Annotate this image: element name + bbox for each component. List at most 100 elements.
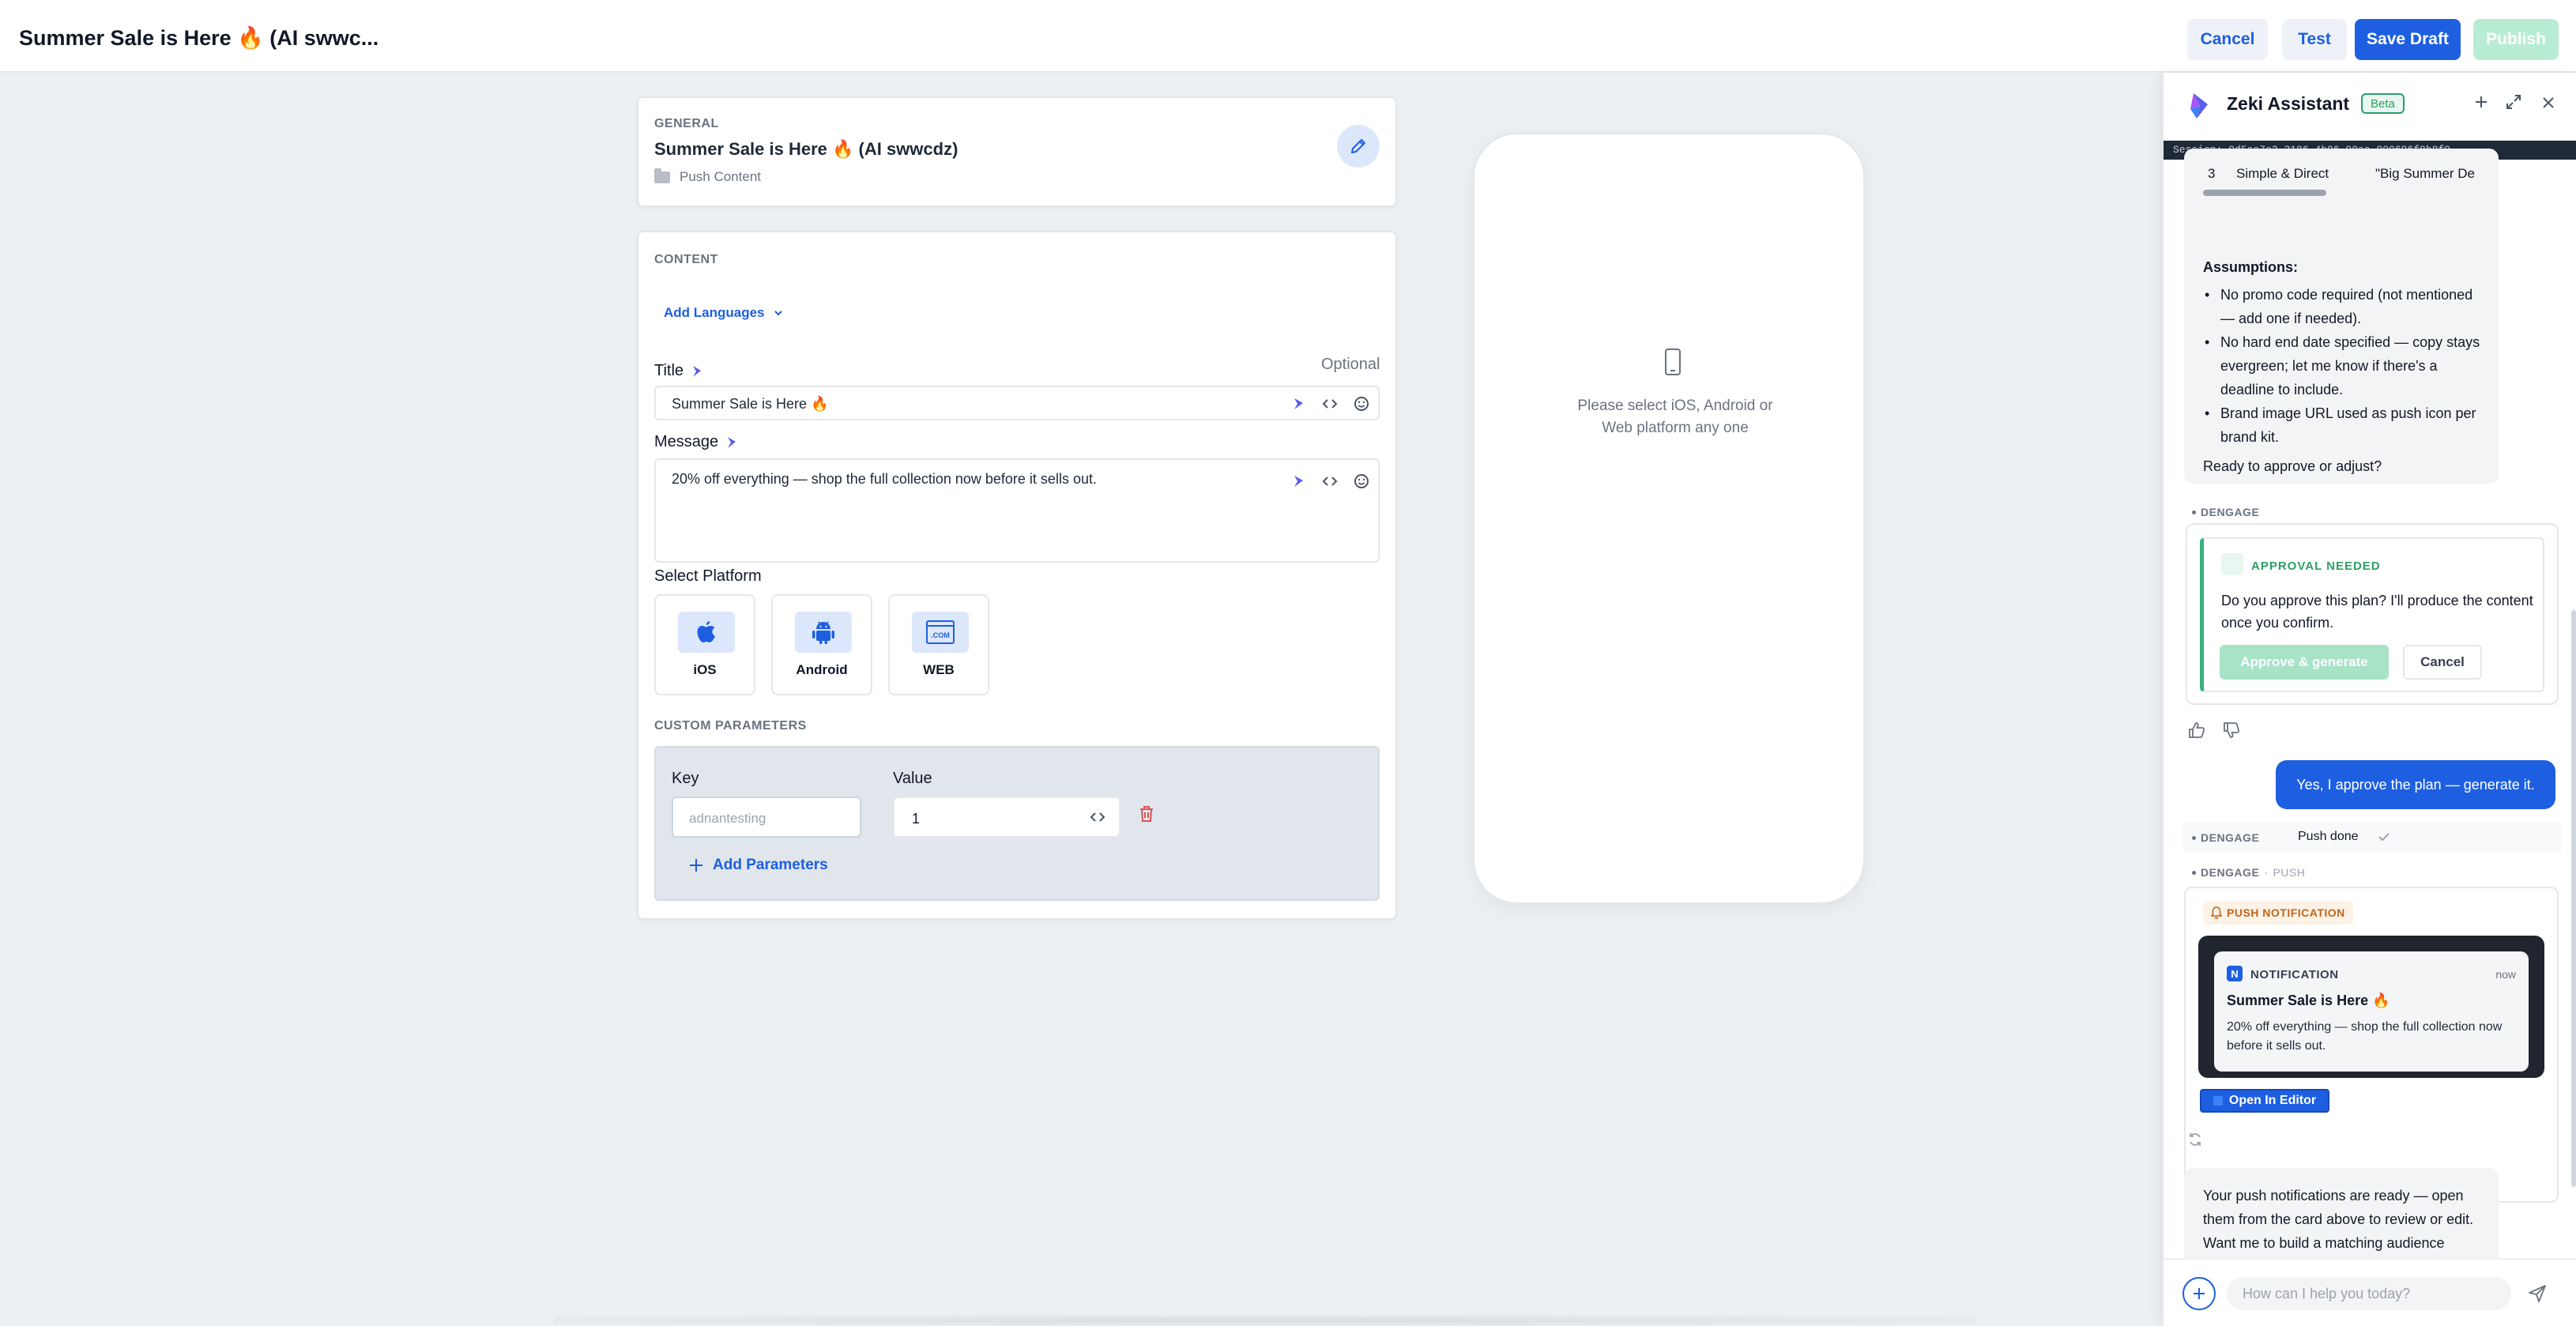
content-section-label: CONTENT	[654, 253, 718, 266]
new-chat-icon[interactable]	[2473, 93, 2489, 115]
platform-web-tile[interactable]: .COM WEB	[888, 594, 989, 695]
thumbs-up-icon[interactable]	[2187, 721, 2206, 744]
platform-ios-label: iOS	[693, 662, 717, 677]
list-item: No promo code required (not mentioned — …	[2203, 283, 2487, 330]
android-icon	[795, 612, 852, 653]
dengage-tag: DENGAGE	[2192, 506, 2259, 518]
title-label: Title	[654, 362, 684, 379]
add-languages-dropdown[interactable]: Add Languages	[664, 305, 784, 321]
platform-web-label: WEB	[923, 662, 955, 677]
param-key-input[interactable]: adnantesting	[672, 797, 861, 838]
code-icon[interactable]	[1320, 394, 1340, 414]
notification-body: 20% off everything — shop the full colle…	[2227, 1020, 2503, 1053]
add-languages-label: Add Languages	[664, 305, 765, 320]
notification-title: Summer Sale is Here 🔥	[2227, 993, 2390, 1008]
add-parameters-label: Add Parameters	[713, 857, 828, 873]
add-parameters-button[interactable]: Add Parameters	[687, 857, 828, 874]
open-in-editor-button[interactable]: Open In Editor	[2200, 1089, 2329, 1113]
dengage-tag: DENGAGE	[2192, 831, 2259, 844]
message-label-row: Message	[654, 433, 739, 451]
notification-preview-frame: N NOTIFICATION now Summer Sale is Here 🔥…	[2198, 936, 2544, 1078]
ai-generate-icon[interactable]	[1288, 394, 1309, 414]
plus-icon	[2194, 1288, 2205, 1299]
title-label-row: Title	[654, 362, 704, 380]
web-icon-label: .COM	[931, 631, 950, 639]
approval-box: APPROVAL NEEDED Do you approve this plan…	[2200, 537, 2544, 692]
phone-preview	[1473, 133, 1865, 904]
close-icon[interactable]	[2541, 93, 2555, 115]
save-draft-button[interactable]: Save Draft	[2355, 19, 2461, 60]
select-platform-label: Select Platform	[654, 567, 762, 585]
param-value: 1	[912, 811, 921, 827]
general-section-label: GENERAL	[654, 117, 719, 130]
approval-text: Do you approve this plan? I'll produce t…	[2221, 593, 2533, 631]
assumptions-title: Assumptions:	[2203, 259, 2299, 275]
content-card: CONTENT Add Languages Title Optional Sum…	[637, 231, 1397, 920]
pencil-icon	[1351, 139, 1365, 153]
expand-icon[interactable]	[2505, 93, 2522, 116]
bell-icon	[2211, 906, 2222, 919]
attach-button[interactable]	[2182, 1277, 2216, 1310]
push-done-label: Push done	[2298, 830, 2359, 843]
message-value: 20% off everything — shop the full colle…	[672, 471, 1097, 487]
zeki-logo-icon	[2190, 93, 2208, 119]
emoji-icon[interactable]	[1351, 471, 1372, 492]
approval-card: APPROVAL NEEDED Do you approve this plan…	[2186, 523, 2559, 705]
app-icon: N	[2227, 966, 2243, 981]
chat-input-placeholder: How can I help you today?	[2243, 1286, 2411, 1302]
list-item: No hard end date specified — copy stays …	[2203, 330, 2487, 401]
cancel-button[interactable]: Cancel	[2187, 19, 2268, 60]
list-item: Brand image URL used as push icon per br…	[2203, 401, 2487, 449]
ai-generate-icon[interactable]	[1288, 471, 1309, 492]
platform-android-label: Android	[796, 662, 848, 677]
optional-label: Optional	[1321, 356, 1380, 373]
key-label: Key	[672, 770, 699, 787]
folder-path[interactable]: Push Content	[654, 168, 762, 185]
message-label: Message	[654, 433, 719, 450]
code-icon[interactable]	[1320, 471, 1340, 492]
apple-icon	[678, 612, 735, 653]
value-label: Value	[893, 770, 932, 787]
push-notification-label: PUSH NOTIFICATION	[2203, 901, 2353, 925]
content-name: Summer Sale is Here 🔥 (AI swwcdz)	[654, 139, 958, 159]
platform-ios-tile[interactable]: iOS	[654, 594, 755, 695]
table-scrollbar[interactable]	[2203, 190, 2326, 196]
thumbs-down-icon[interactable]	[2222, 721, 2241, 744]
assumptions-list: No promo code required (not mentioned — …	[2203, 283, 2487, 449]
chat-input[interactable]: How can I help you today?	[2227, 1277, 2511, 1310]
approval-icon	[2221, 553, 2243, 575]
custom-parameters-label: CUSTOM PARAMETERS	[654, 719, 807, 733]
ai-sparkle-icon	[693, 365, 702, 377]
chevron-down-icon	[774, 311, 782, 316]
preview-placeholder-message: Please select iOS, Android or Web platfo…	[1577, 397, 1773, 436]
final-message-text: Your push notifications are ready — open…	[2203, 1188, 2474, 1251]
mobile-device-icon	[1665, 348, 1681, 375]
panel-scrollbar[interactable]	[2571, 610, 2576, 1187]
param-value-input[interactable]: 1	[893, 797, 1120, 838]
emoji-icon[interactable]	[1351, 394, 1372, 414]
folder-name: Push Content	[680, 169, 762, 184]
chat-input-bar: How can I help you today?	[2164, 1258, 2576, 1326]
refresh-icon[interactable]	[2187, 1132, 2203, 1151]
assistant-header: Zeki Assistant Beta	[2164, 73, 2576, 141]
table-cell: "Big Summer De	[2375, 166, 2476, 181]
approval-cancel-button[interactable]: Cancel	[2403, 645, 2482, 680]
delete-param-icon[interactable]	[1138, 804, 1155, 827]
web-icon: .COM	[912, 612, 969, 653]
page-title: Summer Sale is Here 🔥 (AI swwc...	[19, 26, 379, 50]
title-input[interactable]: Summer Sale is Here 🔥	[654, 386, 1380, 420]
edit-name-button[interactable]	[1337, 125, 1380, 168]
notification-preview: N NOTIFICATION now Summer Sale is Here 🔥…	[2214, 951, 2529, 1072]
message-textarea[interactable]: 20% off everything — shop the full colle…	[654, 458, 1380, 563]
test-button[interactable]: Test	[2282, 19, 2347, 60]
code-icon[interactable]	[1089, 808, 1106, 830]
feedback-row	[2187, 721, 2241, 744]
platform-android-tile[interactable]: Android	[771, 594, 872, 695]
send-icon[interactable]	[2527, 1283, 2548, 1308]
notification-time: now	[2495, 968, 2516, 981]
approve-generate-button[interactable]: Approve & generate	[2220, 645, 2389, 680]
ai-sparkle-icon	[728, 436, 736, 448]
publish-button[interactable]: Publish	[2473, 19, 2559, 60]
top-bar: Summer Sale is Here 🔥 (AI swwc... Cancel…	[0, 0, 2576, 73]
ready-question: Ready to approve or adjust?	[2203, 458, 2382, 474]
